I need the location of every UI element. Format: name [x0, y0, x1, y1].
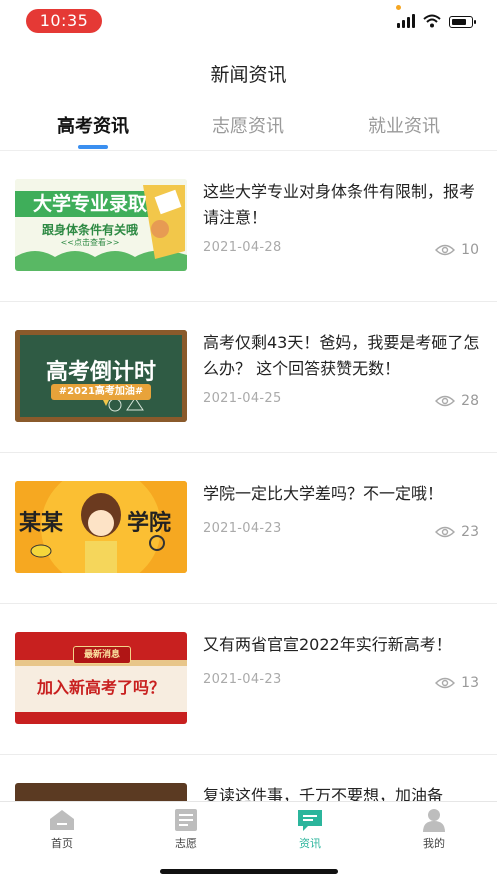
thumb-text-sub: 最新消息	[73, 646, 131, 664]
eye-icon	[435, 395, 456, 407]
view-count-value: 13	[461, 675, 479, 691]
eye-icon	[435, 526, 456, 538]
view-count: 23	[435, 524, 479, 540]
nav-home[interactable]: 首页	[22, 808, 102, 851]
page-title: 新闻资讯	[210, 64, 287, 86]
wifi-icon	[423, 14, 441, 28]
nav-volunteer-label: 志愿	[175, 837, 197, 850]
status-bar: 10:35	[0, 0, 497, 40]
news-item[interactable]: 最新消息 加入新高考了吗？ 又有两省官宣2022年实行新高考！ 2021-04-…	[0, 604, 497, 755]
news-title: 这些大学专业对身体条件有限制，报考请注意！	[203, 182, 476, 227]
active-tab-indicator	[78, 145, 108, 149]
news-thumbnail: 高考倒计时 #2021高考加油#	[15, 330, 187, 422]
news-date: 2021-04-23	[203, 521, 282, 536]
news-date: 2021-04-23	[203, 672, 282, 687]
news-list: 大学专业录取 跟身体条件有关哦 <<点击查看>> 这些大学专业对身体条件有限制，…	[0, 151, 497, 801]
thumb-text-main: 高考倒计时	[45, 360, 156, 385]
news-item[interactable]: 某某 学院 学院一定比大学差吗？不一定哦！ 2021-04-23 23	[0, 453, 497, 604]
tab-employment-news[interactable]: 就业资讯	[334, 112, 474, 138]
view-count-value: 23	[461, 524, 479, 540]
eye-icon	[435, 244, 456, 256]
battery-icon	[449, 16, 476, 28]
bottom-nav: 首页 志愿 资讯 我的	[0, 801, 497, 862]
news-date: 2021-04-28	[203, 240, 282, 255]
profile-icon	[423, 809, 445, 832]
news-item[interactable]: 大学专业录取 跟身体条件有关哦 <<点击查看>> 这些大学专业对身体条件有限制，…	[0, 151, 497, 302]
tab-gaokao-news[interactable]: 高考资讯	[23, 112, 163, 138]
news-thumbnail	[15, 783, 187, 801]
document-icon	[175, 809, 197, 831]
thumb-text-sub: #2021高考加油#	[51, 384, 151, 400]
news-title: 复读这件事，千万不要想，加油备	[203, 786, 444, 801]
nav-volunteer[interactable]: 志愿	[146, 808, 226, 851]
tab-volunteer-news[interactable]: 志愿资讯	[178, 112, 318, 138]
view-count-value: 28	[461, 393, 479, 409]
thumb-text-cta: <<点击查看>>	[60, 238, 120, 247]
news-thumbnail: 最新消息 加入新高考了吗？	[15, 632, 187, 724]
nav-profile[interactable]: 我的	[394, 808, 474, 851]
thumb-text-main: 大学专业录取	[32, 193, 147, 215]
nav-news-label: 资讯	[299, 837, 321, 850]
thumb-text-main: 某某	[19, 511, 64, 536]
view-count-value: 10	[461, 242, 479, 258]
message-icon	[298, 810, 322, 831]
news-title: 高考仅剩43天！爸妈，我要是考砸了怎么办？ 这个回答获赞无数！	[203, 333, 480, 378]
view-count: 10	[435, 242, 479, 258]
thumb-text-main: 加入新高考了吗？	[36, 678, 165, 697]
thumb-text-sub: 跟身体条件有关哦	[41, 223, 138, 237]
nav-news[interactable]: 资讯	[270, 808, 350, 851]
home-indicator[interactable]	[160, 869, 338, 874]
home-icon	[50, 810, 74, 830]
eye-icon	[435, 677, 456, 689]
status-time: 10:35	[26, 9, 102, 33]
tab-bar: 高考资讯 志愿资讯 就业资讯	[0, 112, 497, 152]
thumb-text-sub: 学院	[127, 511, 172, 536]
news-thumbnail: 大学专业录取 跟身体条件有关哦 <<点击查看>>	[15, 179, 187, 271]
news-title: 学院一定比大学差吗？不一定哦！	[203, 484, 444, 503]
view-count: 13	[435, 675, 479, 691]
news-item[interactable]: 高考倒计时 #2021高考加油# 高考仅剩43天！爸妈，我要是考砸了怎么办？ 这…	[0, 302, 497, 453]
news-date: 2021-04-25	[203, 391, 282, 406]
cellular-signal-icon	[397, 14, 415, 28]
view-count: 28	[435, 393, 479, 409]
nav-home-label: 首页	[51, 837, 73, 850]
nav-profile-label: 我的	[423, 837, 445, 850]
privacy-indicator-icon	[396, 5, 401, 10]
status-icons	[397, 14, 476, 28]
news-item[interactable]: 复读这件事，千万不要想，加油备	[0, 755, 497, 801]
news-title: 又有两省官宣2022年实行新高考！	[203, 635, 452, 654]
news-thumbnail: 某某 学院	[15, 481, 187, 573]
